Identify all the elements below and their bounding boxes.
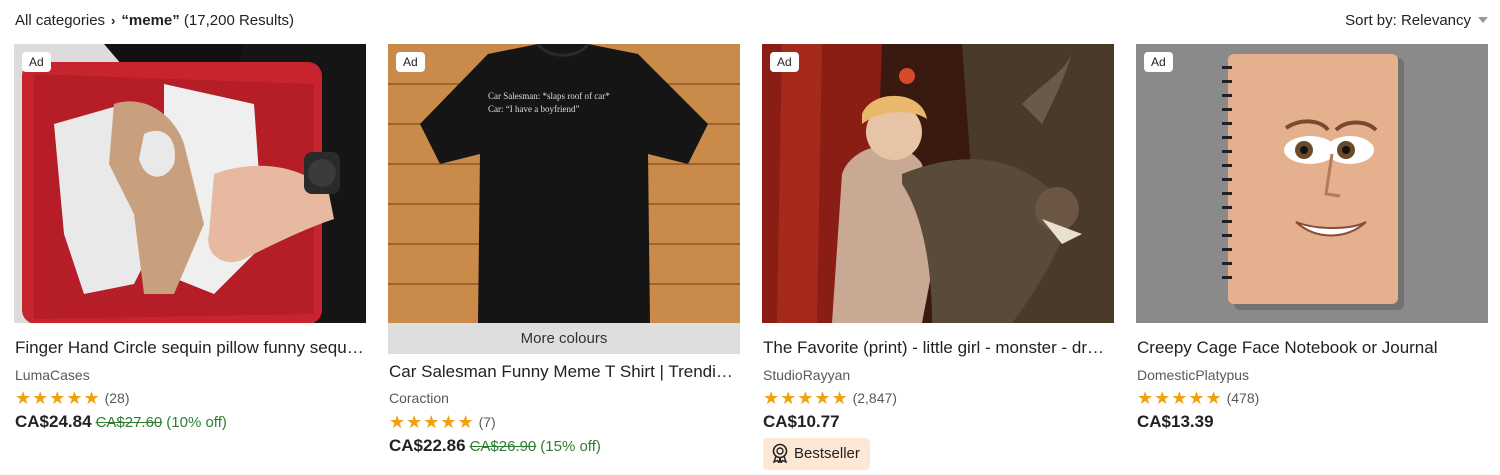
original-price: CA$27.60	[95, 414, 163, 431]
sale-price: CA$13.39	[1137, 412, 1214, 431]
listing-title[interactable]: Car Salesman Funny Meme T Shirt | Trendi…	[389, 362, 739, 382]
notebook-photo	[1136, 44, 1488, 323]
star-rating-icon: ★★★★★	[763, 388, 849, 408]
price-row: CA$10.77	[763, 412, 840, 432]
listing-title[interactable]: The Favorite (print) - little girl - mon…	[763, 338, 1113, 358]
breadcrumb-all-categories[interactable]: All categories	[15, 12, 105, 29]
listing-image-painting[interactable]: Ad	[762, 44, 1114, 323]
badge-label: Bestseller	[794, 445, 860, 462]
ad-badge: Ad	[1144, 52, 1173, 72]
sort-label: Sort by: Relevancy	[1345, 12, 1471, 29]
tshirt-photo: Car Salesman: *slaps roof of car* Car: “…	[388, 44, 740, 323]
review-count: (7)	[478, 414, 496, 430]
shirt-print-line-2: Car: “I have a boyfriend”	[488, 104, 579, 114]
results-header: All categories › “meme” (17,200 Results) S…	[0, 0, 1500, 44]
listing-card[interactable]: Ad The Favorite (print) - little girl - …	[762, 44, 1114, 475]
star-rating-icon: ★★★★★	[15, 388, 101, 408]
caret-down-icon	[1478, 17, 1488, 23]
search-query: “meme”	[121, 12, 180, 29]
price-row: CA$24.84 CA$27.60 (10% off)	[15, 412, 227, 432]
listing-image-notebook[interactable]: Ad	[1136, 44, 1488, 323]
sort-dropdown[interactable]: Sort by: Relevancy	[1345, 12, 1488, 29]
review-count: (2,847)	[852, 390, 897, 406]
discount-label: (15% off)	[540, 438, 601, 455]
award-icon	[772, 443, 788, 465]
listing-card[interactable]: Ad Creepy Cage Face Notebook or Journal …	[1136, 44, 1488, 475]
painting-photo	[762, 44, 1114, 323]
shop-name: DomesticPlatypus	[1137, 367, 1250, 383]
listing-title[interactable]: Creepy Cage Face Notebook or Journal	[1137, 338, 1487, 358]
listing-image-pillow[interactable]: Ad	[14, 44, 366, 323]
discount-label: (10% off)	[166, 414, 227, 431]
price-row: CA$22.86 CA$26.90 (15% off)	[389, 436, 601, 456]
pillow-photo	[14, 44, 366, 323]
listing-image-tshirt[interactable]: Car Salesman: *slaps roof of car* Car: “…	[388, 44, 740, 323]
ad-badge: Ad	[396, 52, 425, 72]
rating: ★★★★★ (28)	[15, 388, 129, 409]
listing-card[interactable]: Car Salesman: *slaps roof of car* Car: “…	[388, 44, 740, 475]
results-count: (17,200 Results)	[183, 12, 294, 29]
rating: ★★★★★ (7)	[389, 412, 496, 433]
original-price: CA$26.90	[469, 438, 537, 455]
chevron-right-icon: ›	[111, 13, 116, 28]
rating: ★★★★★ (478)	[1137, 388, 1259, 409]
breadcrumb: All categories › “meme” (17,200 Results)	[15, 12, 294, 29]
review-count: (28)	[104, 390, 130, 406]
shop-name: LumaCases	[15, 367, 90, 383]
bestseller-badge: Bestseller	[763, 438, 870, 470]
listing-card[interactable]: Ad Finger Hand Circle sequin pillow funn…	[14, 44, 366, 475]
rating: ★★★★★ (2,847)	[763, 388, 897, 409]
sale-price: CA$10.77	[763, 412, 840, 431]
sale-price: CA$24.84	[15, 412, 92, 431]
sale-price: CA$22.86	[389, 436, 466, 455]
price-row: CA$13.39	[1137, 412, 1214, 432]
ad-badge: Ad	[22, 52, 51, 72]
review-count: (478)	[1226, 390, 1260, 406]
shop-name: StudioRayyan	[763, 367, 851, 383]
listing-title[interactable]: Finger Hand Circle sequin pillow funny s…	[15, 338, 365, 358]
shirt-print-line-1: Car Salesman: *slaps roof of car*	[488, 91, 610, 101]
star-rating-icon: ★★★★★	[1137, 388, 1223, 408]
shop-name: Coraction	[389, 390, 449, 406]
star-rating-icon: ★★★★★	[389, 412, 475, 432]
ad-badge: Ad	[770, 52, 799, 72]
more-colours-banner[interactable]: More colours	[388, 323, 740, 354]
